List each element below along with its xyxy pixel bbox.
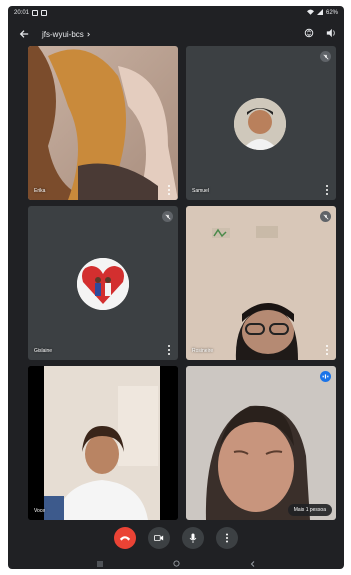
speaking-indicator-icon xyxy=(320,371,331,382)
home-icon xyxy=(172,559,180,567)
participant-video xyxy=(28,46,178,200)
more-options-button[interactable] xyxy=(166,185,172,195)
mic-off-icon xyxy=(320,211,331,222)
video-camera-icon xyxy=(154,535,164,541)
chevron-left-icon xyxy=(250,560,254,567)
participant-video xyxy=(28,366,178,520)
call-controls xyxy=(8,524,344,552)
more-options-button[interactable] xyxy=(216,527,238,549)
back-arrow-icon xyxy=(19,30,29,38)
participant-name: Erika xyxy=(34,188,46,194)
chevron-right-icon xyxy=(87,32,90,36)
participant-tile[interactable]: Rosineire xyxy=(186,206,336,360)
notification-icon xyxy=(41,10,48,16)
more-options-button[interactable] xyxy=(324,185,330,195)
signal-icon xyxy=(316,9,323,17)
end-call-button[interactable] xyxy=(114,527,136,549)
participant-tile[interactable]: Mais 1 pessoa xyxy=(186,366,336,520)
meeting-header: jfs-wyui-bcs xyxy=(8,22,344,46)
hang-up-icon xyxy=(119,536,131,541)
status-time: 20:01 xyxy=(14,10,30,16)
notification-icon xyxy=(32,10,39,16)
home-button[interactable] xyxy=(172,554,180,570)
meeting-code-button[interactable]: jfs-wyui-bcs xyxy=(42,30,91,39)
switch-camera-button[interactable] xyxy=(304,25,314,43)
avatar xyxy=(77,258,129,310)
system-navigation-bar xyxy=(8,556,344,569)
more-options-button[interactable] xyxy=(166,345,172,355)
meeting-code: jfs-wyui-bcs xyxy=(42,29,84,39)
participant-name: Rosineire xyxy=(192,348,214,354)
switch-camera-icon xyxy=(304,28,314,38)
back-button[interactable] xyxy=(16,26,32,42)
participant-tile[interactable]: Voce xyxy=(28,366,178,520)
mic-off-icon xyxy=(320,51,331,62)
battery-level: 62% xyxy=(325,10,338,16)
back-nav-button[interactable] xyxy=(250,554,256,570)
audio-output-button[interactable] xyxy=(326,25,336,43)
participant-grid: Erika Samuel Gislaine Rosineire Voce Mai… xyxy=(28,46,338,520)
participant-video xyxy=(186,366,336,520)
more-vertical-icon xyxy=(226,533,228,543)
recents-icon xyxy=(97,560,102,567)
recents-button[interactable] xyxy=(97,554,103,570)
participant-name: Gislaine xyxy=(34,348,53,354)
mic-toggle-button[interactable] xyxy=(182,527,204,549)
participant-tile[interactable]: Erika xyxy=(28,46,178,200)
participant-name: Samuel xyxy=(192,188,209,194)
status-bar: 20:01 62% xyxy=(8,6,344,20)
participant-tile[interactable]: Gislaine xyxy=(28,206,178,360)
meet-call-screen: 20:01 62% jfs-wyui-bcs Erika Samuel Gisl… xyxy=(8,6,344,569)
more-participants-button[interactable]: Mais 1 pessoa xyxy=(287,504,332,516)
participant-name: Voce xyxy=(34,508,46,514)
mic-off-icon xyxy=(162,211,173,222)
more-options-button[interactable] xyxy=(324,345,330,355)
camera-toggle-button[interactable] xyxy=(148,527,170,549)
participant-video xyxy=(186,206,336,360)
microphone-icon xyxy=(189,533,197,543)
avatar xyxy=(234,98,286,150)
speaker-icon xyxy=(326,28,335,38)
participant-tile[interactable]: Samuel xyxy=(186,46,336,200)
wifi-icon xyxy=(306,9,314,17)
